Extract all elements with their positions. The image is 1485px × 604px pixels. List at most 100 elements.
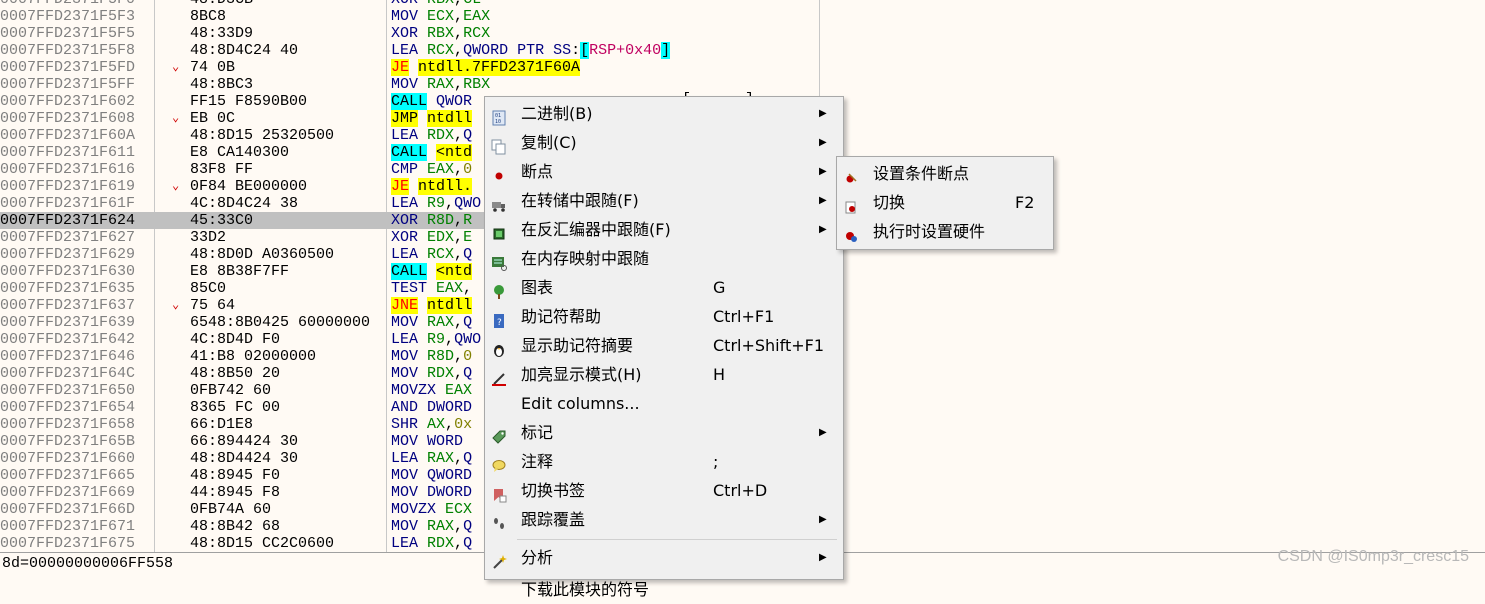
context-menu-item[interactable]: ? 助记符帮助 Ctrl+F1 xyxy=(485,302,841,331)
instruction-token: ] xyxy=(661,42,671,59)
menu-item-label: 助记符帮助 xyxy=(521,307,602,326)
context-menu-item[interactable]: 切换书签 Ctrl+D xyxy=(485,476,841,505)
row-bytes: 41:B8 02000000 xyxy=(190,348,317,365)
instruction-token: ntdll xyxy=(427,110,473,127)
disasm-row[interactable]: 0007FFD2371F5F5 48:33D9 XOR RBX,RCX xyxy=(0,25,820,42)
context-menu-item[interactable]: 标记 ▶ xyxy=(485,418,841,447)
instruction-token: EAX xyxy=(427,161,455,178)
breakpoint-submenu-item[interactable]: 切换 F2 xyxy=(837,188,1051,217)
instruction-token xyxy=(427,144,436,161)
instruction-token: MOV xyxy=(391,467,419,484)
row-address: 0007FFD2371F646 xyxy=(0,348,136,365)
instruction-token: RDX xyxy=(427,365,455,382)
context-menu-item[interactable]: 显示助记符摘要 Ctrl+Shift+F1 xyxy=(485,331,841,360)
instruction-token xyxy=(418,433,427,450)
menu-item-label: 在转储中跟随(F) xyxy=(521,191,639,210)
jump-arrow-icon: ⌄ xyxy=(172,111,180,125)
instruction-token: MOV xyxy=(391,348,419,365)
row-bytes: 48:D3CB xyxy=(190,0,386,8)
context-menu-item[interactable]: 复制(C) ▶ xyxy=(485,128,841,157)
submenu-arrow-icon: ▶ xyxy=(819,224,827,235)
context-menu-item[interactable]: 分析 ▶ xyxy=(485,543,841,572)
instruction-token: JMP xyxy=(391,110,419,127)
menu-item-label: Edit columns... xyxy=(521,394,640,413)
menu-item-label: 切换书签 xyxy=(521,481,586,500)
disasm-row[interactable]: 0007FFD2371F5FD ⌄ 74 0B JE ntdll.7FFD2371F6… xyxy=(0,59,820,76)
instruction-token: RCX xyxy=(463,25,491,42)
context-menu-item[interactable]: 在反汇编器中跟随(F) ▶ xyxy=(485,215,841,244)
instruction-token: R xyxy=(463,212,473,229)
row-bytes: 8365 FC 00 xyxy=(190,399,281,416)
instruction-token: LEA xyxy=(391,127,419,144)
instruction-token: Q xyxy=(463,127,473,144)
instruction-token: E xyxy=(463,229,473,246)
instruction-token: LEA xyxy=(391,42,419,59)
row-address: 0007FFD2371F619 xyxy=(0,178,136,195)
context-menu-item[interactable]: Edit columns... xyxy=(485,389,841,418)
row-instruction: MOV ECX,EAX xyxy=(391,8,816,25)
context-menu-item[interactable]: 加亮显示模式(H) H xyxy=(485,360,841,389)
instruction-token: AX xyxy=(427,416,446,433)
instruction-token: QWO xyxy=(454,195,482,212)
dump-truck-icon xyxy=(491,193,507,212)
row-bytes: 0FB74A 60 xyxy=(190,501,272,518)
breakpoint-submenu-item[interactable]: 设置条件断点 xyxy=(837,159,1051,188)
instruction-token: EAX xyxy=(463,8,491,25)
magic-wand-icon xyxy=(491,550,507,569)
disasm-row[interactable]: 0007FFD2371F5F3 8BC8 MOV ECX,EAX xyxy=(0,8,820,25)
instruction-token: RBX xyxy=(427,25,455,42)
context-menu-item[interactable]: 断点 ▶ xyxy=(485,157,841,186)
context-menu-item[interactable]: 01 10 二进制(B) ▶ xyxy=(485,99,841,128)
row-address: 0007FFD2371F5F3 xyxy=(0,8,136,25)
instruction-token: JE xyxy=(391,178,410,195)
instruction-token: Q xyxy=(463,450,473,467)
instruction-token: , xyxy=(454,348,464,365)
instruction-token: MOVZX xyxy=(391,501,437,518)
svg-text:10: 10 xyxy=(495,119,501,125)
menu-item-label: 跟踪覆盖 xyxy=(521,510,586,529)
submenu-arrow-icon: ▶ xyxy=(819,552,827,563)
instruction-token: QWORD xyxy=(427,467,473,484)
context-menu-item[interactable]: 注释; xyxy=(485,447,841,476)
row-bytes: 45:33C0 xyxy=(190,212,254,229)
instruction-token: XOR xyxy=(391,0,418,8)
row-bytes: 48:8945 F0 xyxy=(190,467,281,484)
row-address: 0007FFD2371F602 xyxy=(0,93,136,110)
help-book-icon: ? xyxy=(491,309,507,328)
instruction-token xyxy=(418,246,427,263)
row-address: 0007FFD2371F635 xyxy=(0,280,136,297)
breakpoint-submenu: 设置条件断点 切换 F2 执行时设置硬件 xyxy=(836,156,1054,250)
context-menu-item[interactable]: 在转储中跟随(F) ▶ xyxy=(485,186,841,215)
context-menu-item[interactable]: 在内存映射中跟随 xyxy=(485,244,841,273)
disasm-row[interactable]: 0007FFD2371F5F0 48:D3CB XOR RBX,CL xyxy=(0,0,820,8)
instruction-token: LEA xyxy=(391,450,419,467)
instruction-token xyxy=(418,212,427,229)
instruction-token: DWORD xyxy=(427,484,473,501)
row-instruction: JE ntdll.7FFD2371F60A xyxy=(391,59,816,76)
breakpoint-submenu-item[interactable]: 执行时设置硬件 xyxy=(837,217,1051,246)
instruction-token: R8D xyxy=(427,348,455,365)
menu-item-label: 分析 xyxy=(521,548,554,567)
menu-item-shortcut: G xyxy=(713,278,726,297)
instruction-token xyxy=(418,25,427,42)
instruction-token: QWO xyxy=(454,331,482,348)
disasm-row[interactable]: 0007FFD2371F5F8 48:8D4C24 40 LEA RCX,QWORD… xyxy=(0,42,820,59)
row-bytes: 75 64 xyxy=(190,297,236,314)
instruction-token: , xyxy=(454,25,464,42)
menu-item-shortcut: F2 xyxy=(1015,193,1035,212)
instruction-token xyxy=(409,178,418,195)
row-instruction: LEA RCX,QWORD PTR SS:[RSP+0x40] xyxy=(391,42,816,59)
menu-item-label: 下载此模块的符号 xyxy=(521,580,650,599)
context-menu-item[interactable]: 下载此模块的符号 xyxy=(485,575,841,604)
instruction-token: TEST xyxy=(391,280,428,297)
watermark: CSDN @IS0mp3r_cresc15 xyxy=(1277,548,1469,565)
instruction-token: QWOR xyxy=(436,93,473,110)
row-bytes: 48:8B42 68 xyxy=(190,518,281,535)
instruction-token: RSP+0x40 xyxy=(589,42,662,59)
row-bytes: E8 CA140300 xyxy=(190,144,290,161)
highlighter-icon xyxy=(491,367,507,386)
row-address: 0007FFD2371F5F8 xyxy=(0,42,136,59)
context-menu-item[interactable]: 跟踪覆盖 ▶ xyxy=(485,505,841,534)
row-address: 0007FFD2371F642 xyxy=(0,331,136,348)
context-menu-item[interactable]: 图表 G xyxy=(485,273,841,302)
